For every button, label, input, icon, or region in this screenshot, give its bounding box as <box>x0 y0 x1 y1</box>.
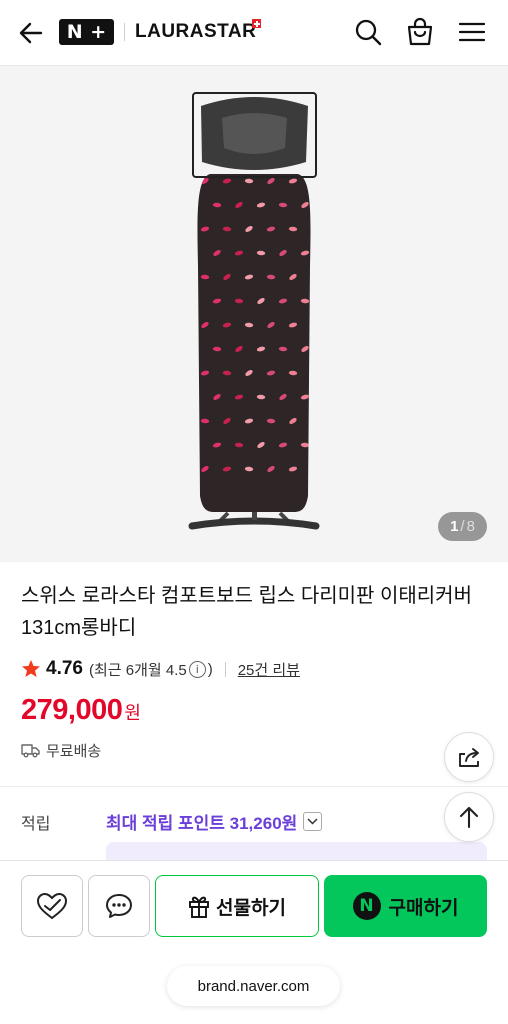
talktalk-button[interactable] <box>88 875 150 937</box>
points-label: 적립 <box>21 816 51 833</box>
product-title: 스위스 로라스타 컴포트보드 립스 다리미판 이태리커버 131cm롱바디 <box>21 585 472 639</box>
shopping-bag-icon[interactable] <box>405 17 435 47</box>
price-value: 279,000 <box>21 694 123 726</box>
points-value: 최대 적립 포인트 31,260원 <box>106 814 298 833</box>
shipping-text: 무료배송 <box>46 743 102 760</box>
info-icon[interactable]: i <box>188 660 206 678</box>
buy-button[interactable]: N 구매하기 <box>324 875 487 937</box>
gift-label: 선물하기 <box>216 897 286 919</box>
search-icon[interactable] <box>353 17 383 47</box>
heart-check-icon <box>36 892 68 920</box>
chat-bubble-icon <box>106 894 132 918</box>
wishlist-button[interactable] <box>21 875 83 937</box>
arrow-up-icon <box>459 806 479 829</box>
star-icon <box>22 660 40 677</box>
buy-label: 구매하기 <box>388 897 459 919</box>
scroll-top-button[interactable] <box>444 792 494 842</box>
pager-separator: / <box>460 518 465 535</box>
naver-pay-badge: N <box>352 892 381 920</box>
chevron-down-icon[interactable] <box>303 812 323 831</box>
product-image-gallery[interactable]: 1 / 8 <box>0 66 508 562</box>
delivery-truck-icon <box>21 744 40 758</box>
share-button[interactable] <box>444 732 494 782</box>
share-icon <box>459 748 479 767</box>
url-pill[interactable]: brand.naver.com <box>167 966 340 1006</box>
ironing-board-image <box>188 92 320 530</box>
pager-current: 1 <box>450 518 459 535</box>
gift-icon <box>189 896 209 918</box>
nplus-letter-plus: + <box>90 21 107 43</box>
price-row: 279,000 원 <box>21 694 141 727</box>
swiss-flag-icon <box>252 19 261 28</box>
brand-logo[interactable]: LAURASTAR <box>135 20 256 44</box>
hamburger-menu-icon[interactable] <box>457 17 487 47</box>
header-divider <box>124 23 125 41</box>
pager-total: 8 <box>466 518 475 535</box>
rating-row: 4.76 (최근 6개월 4.5 i ) 25건 리뷰 <box>21 656 300 682</box>
rating-divider <box>224 661 226 677</box>
arrow-left-icon[interactable] <box>16 18 46 48</box>
naver-plus-logo[interactable]: N + <box>59 19 114 45</box>
points-dropdown[interactable]: 최대 적립 포인트 31,260원 <box>106 809 323 834</box>
section-divider <box>0 786 508 787</box>
recent-rating-text: (최근 6개월 4.5 <box>88 661 187 679</box>
shipping-row: 무료배송 <box>21 740 101 761</box>
top-header: N + LAURASTAR <box>0 0 508 66</box>
review-count-link[interactable]: 25건 리뷰 <box>238 659 300 680</box>
bottom-action-bar: 선물하기 N 구매하기 brand.naver.com <box>0 860 508 1024</box>
gift-button[interactable]: 선물하기 <box>155 875 319 937</box>
price-currency: 원 <box>124 703 141 723</box>
rating-value: 4.76 <box>46 658 83 679</box>
recent-rating-close: ) <box>207 660 213 678</box>
nplus-letter-n: N <box>66 21 83 43</box>
gallery-pager: 1 / 8 <box>438 512 487 541</box>
